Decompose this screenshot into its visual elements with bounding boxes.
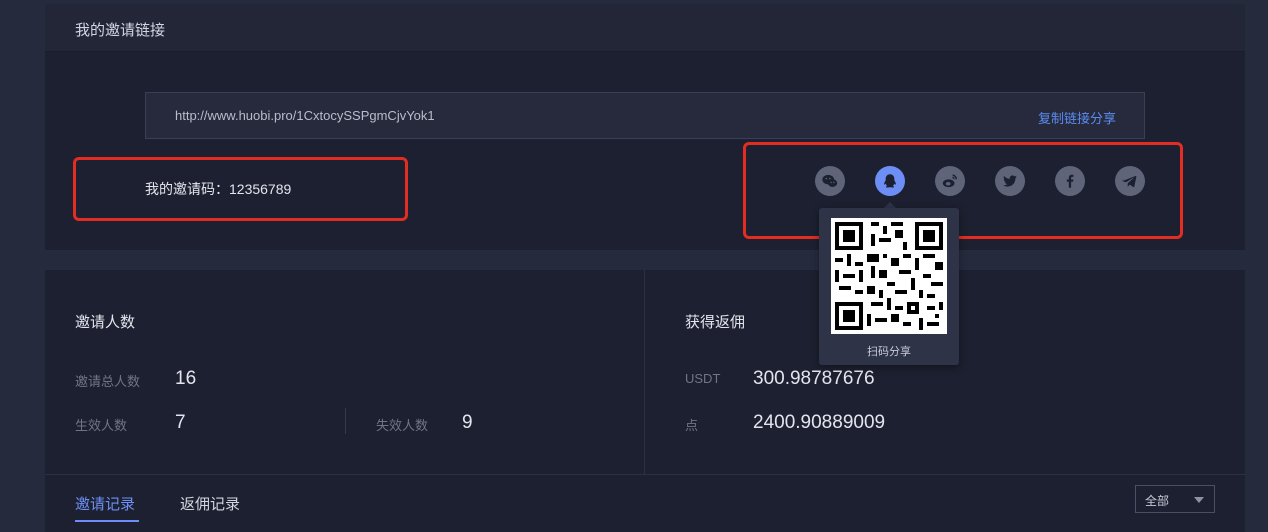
stats-panel: 邀请人数 邀请总人数 16 生效人数 7 失效人数 9 获得返佣 USDT 30… xyxy=(45,270,1245,532)
qr-code xyxy=(831,218,947,334)
invite-panel-title: 我的邀请链接 xyxy=(75,22,166,39)
valid-invites-value: 7 xyxy=(175,412,186,433)
invite-panel-header: 我的邀请链接 xyxy=(45,4,1245,52)
invalid-invites-label: 失效人数 xyxy=(376,418,429,433)
valid-invites-label: 生效人数 xyxy=(75,418,128,433)
share-icons-highlight xyxy=(743,142,1183,239)
stats-separator xyxy=(345,408,346,434)
invite-link-url[interactable]: http://www.huobi.pro/1CxtocySSPgmCjvYok1 xyxy=(175,108,435,123)
active-tab-underline xyxy=(75,520,139,522)
qr-caption: 扫码分享 xyxy=(867,346,911,358)
usdt-label: USDT xyxy=(685,371,721,386)
chevron-down-icon xyxy=(1194,497,1204,503)
tab-rebate-records[interactable]: 返佣记录 xyxy=(180,493,240,514)
rebate-title: 获得返佣 xyxy=(685,314,746,331)
filter-selected-value: 全部 xyxy=(1145,494,1170,508)
total-invites-value: 16 xyxy=(175,368,197,389)
records-tabs: 邀请记录 返佣记录 全部 xyxy=(45,474,1245,532)
qr-share-popup: 扫码分享 xyxy=(819,208,959,365)
usdt-value: 300.98787676 xyxy=(753,368,875,389)
points-label: 点 xyxy=(685,418,699,433)
invite-count-title: 邀请人数 xyxy=(75,314,136,331)
invite-link-box: http://www.huobi.pro/1CxtocySSPgmCjvYok1… xyxy=(145,92,1145,139)
total-invites-label: 邀请总人数 xyxy=(75,374,141,389)
points-value: 2400.90889009 xyxy=(753,412,886,433)
invalid-invites-value: 9 xyxy=(462,412,473,433)
tab-invite-records[interactable]: 邀请记录 xyxy=(75,493,135,514)
records-filter-select[interactable]: 全部 xyxy=(1135,485,1215,513)
invite-code-highlight xyxy=(73,157,408,221)
stats-divider xyxy=(644,270,645,474)
copy-link-button[interactable]: 复制链接分享 xyxy=(1038,108,1116,127)
